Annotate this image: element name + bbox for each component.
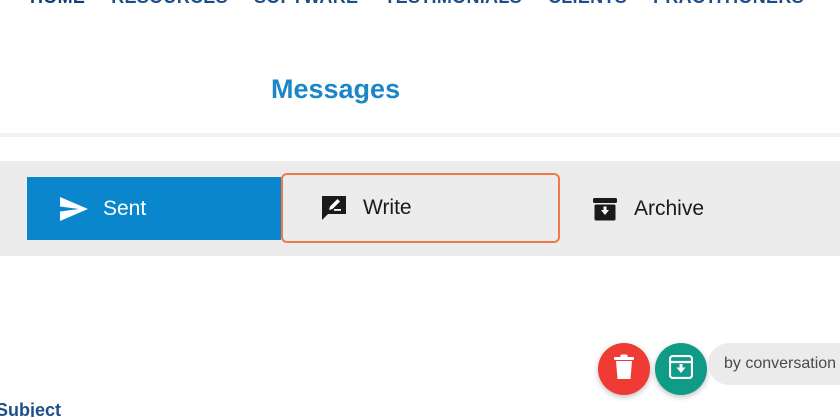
archive-icon	[668, 354, 694, 384]
tab-sent-label: Sent	[103, 196, 147, 220]
tab-write[interactable]: Write	[281, 173, 560, 243]
tab-sent[interactable]: Sent	[27, 177, 281, 240]
delete-button[interactable]	[598, 343, 650, 395]
top-navigation: HOME RESOURCES SOFTWARE TESTIMONIALS CLI…	[30, 0, 804, 8]
nav-item-resources[interactable]: RESOURCES	[111, 0, 228, 8]
tab-archive[interactable]: Archive	[590, 177, 830, 240]
nav-item-practitioners[interactable]: PRACTITIONERS	[653, 0, 804, 8]
divider	[0, 133, 840, 137]
archive-button[interactable]	[655, 343, 707, 395]
trash-icon	[613, 354, 635, 385]
tab-archive-label: Archive	[634, 196, 705, 220]
archive-box-icon	[590, 194, 620, 224]
nav-item-home[interactable]: HOME	[30, 0, 85, 8]
compose-icon	[319, 193, 349, 223]
page: HOME RESOURCES SOFTWARE TESTIMONIALS CLI…	[0, 0, 840, 417]
nav-item-clients[interactable]: CLIENTS	[548, 0, 627, 8]
group-by-chip[interactable]: by conversation	[708, 343, 840, 385]
subject-label: Subject	[0, 400, 62, 417]
send-icon	[59, 194, 89, 224]
nav-item-software[interactable]: SOFTWARE	[254, 0, 358, 8]
tab-write-label: Write	[363, 196, 412, 219]
page-title: Messages	[271, 74, 401, 104]
nav-item-testimonials[interactable]: TESTIMONIALS	[384, 0, 522, 8]
